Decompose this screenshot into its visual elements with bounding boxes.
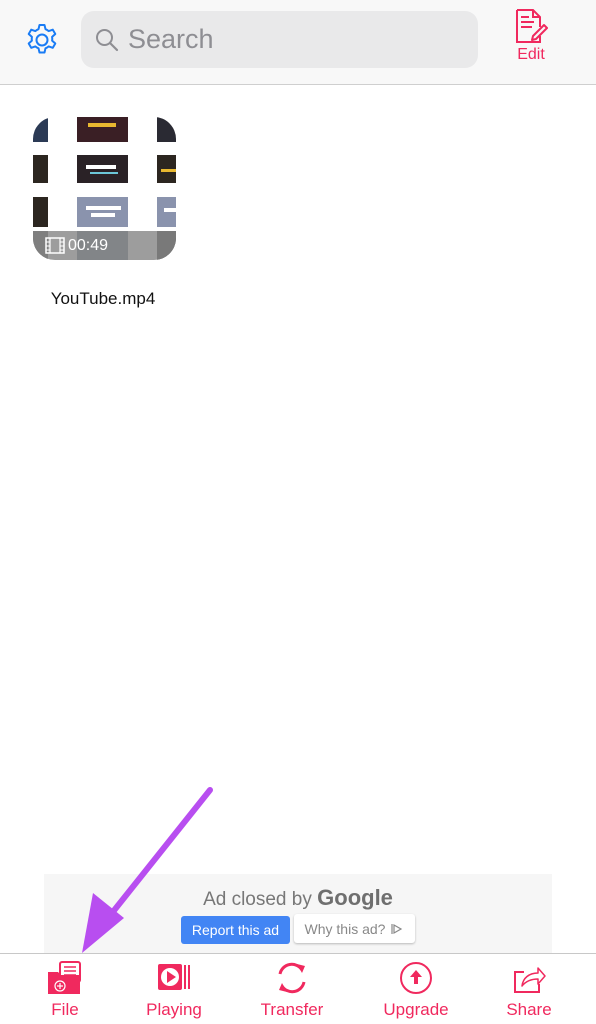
ad-closed-label: Ad closed by	[203, 889, 312, 910]
tab-bar: File Playing Transfer Upgrade Share	[0, 953, 596, 1024]
adchoices-icon	[391, 923, 403, 934]
ad-closed-text: Ad closed by Google	[44, 885, 552, 911]
document-edit-icon	[516, 9, 548, 43]
tab-transfer-label: Transfer	[260, 1000, 324, 1019]
share-icon	[514, 967, 546, 993]
report-ad-button[interactable]: Report this ad	[181, 916, 290, 944]
edit-button[interactable]: Edit	[505, 8, 557, 70]
file-item[interactable]: 00:49 YouTube.mp4	[33, 117, 176, 308]
why-this-ad-button[interactable]: Why this ad?	[294, 914, 415, 943]
search-input[interactable]	[128, 24, 468, 55]
tab-upgrade-label: Upgrade	[383, 1000, 449, 1019]
folder-add-icon	[48, 961, 81, 994]
upload-circle-icon	[400, 962, 432, 994]
video-duration: 00:49	[68, 236, 109, 254]
duration-overlay: 00:49	[33, 231, 176, 260]
film-icon	[45, 237, 65, 254]
tab-playing[interactable]: Playing	[124, 960, 224, 1024]
tab-share-label: Share	[506, 1000, 552, 1019]
tab-playing-label: Playing	[146, 1000, 202, 1019]
search-icon	[96, 28, 119, 51]
file-name: YouTube.mp4	[50, 289, 156, 308]
ad-banner: Ad closed by Google Report this ad Why t…	[44, 874, 552, 953]
tab-share[interactable]: Share	[479, 960, 579, 1024]
play-icon	[158, 964, 190, 990]
sync-icon	[278, 962, 306, 994]
tab-upgrade[interactable]: Upgrade	[366, 960, 466, 1024]
google-logo: Google	[317, 885, 393, 910]
edit-label: Edit	[517, 46, 545, 63]
video-thumbnail[interactable]: 00:49	[33, 117, 176, 260]
tab-transfer[interactable]: Transfer	[242, 960, 342, 1024]
search-bar[interactable]	[81, 11, 478, 68]
app-screen: Edit	[0, 0, 596, 1024]
gear-icon[interactable]	[24, 22, 60, 58]
tab-file-label: File	[51, 1000, 79, 1019]
tab-file[interactable]: File	[15, 960, 115, 1024]
why-this-ad-label: Why this ad?	[304, 920, 386, 937]
top-bar: Edit	[0, 0, 596, 85]
